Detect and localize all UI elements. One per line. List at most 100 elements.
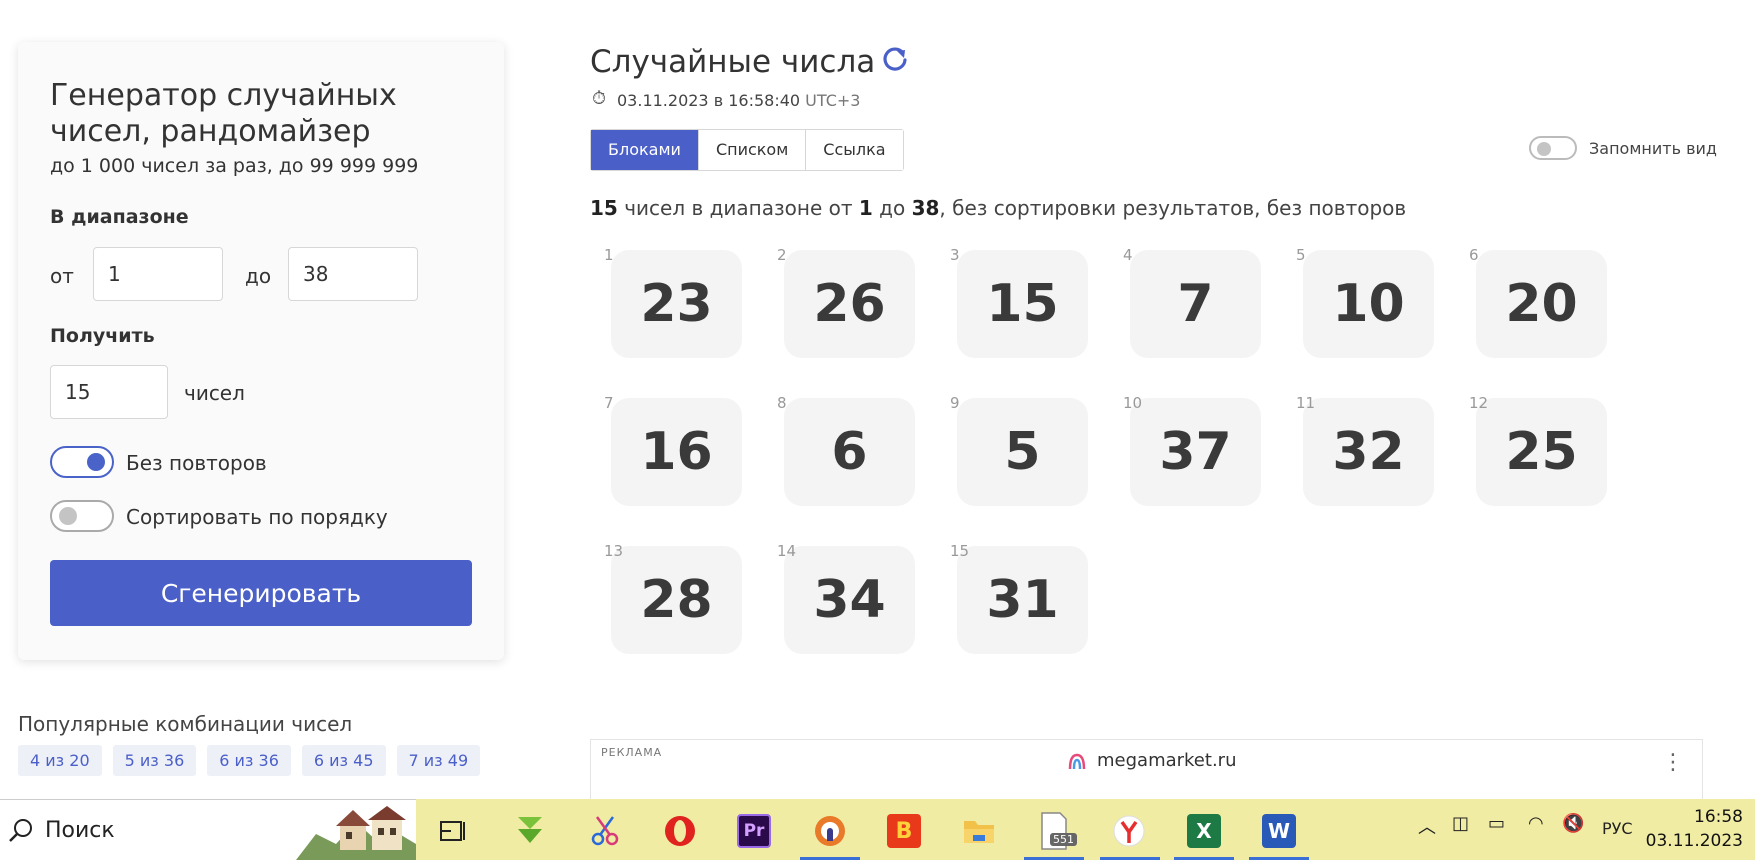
task-view-icon[interactable] (430, 809, 474, 853)
result-number[interactable]: 10 (1303, 250, 1434, 358)
sort-label: Сортировать по порядку (126, 505, 388, 529)
megamarket-logo-icon (1068, 753, 1086, 769)
taskbar-search[interactable]: Поиск (0, 799, 416, 860)
result-cell: 28 13 (590, 538, 742, 668)
result-index: 5 (1296, 246, 1306, 264)
toggle-knob (87, 453, 105, 471)
result-cell: 23 1 (590, 242, 742, 372)
ad-brand[interactable]: megamarket.ru (1067, 750, 1236, 771)
result-number[interactable]: 37 (1130, 398, 1261, 506)
to-label: до (245, 264, 272, 288)
result-number[interactable]: 26 (784, 250, 915, 358)
timezone: UTC+3 (805, 91, 861, 110)
taskbar: Поиск Pr B 551 X W ︿ ◫ ▭ ◠ 🔇 РУС 16:58 0… (0, 799, 1755, 860)
summary-text: до (872, 196, 912, 220)
popular-tag[interactable]: 6 из 45 (301, 745, 386, 776)
no-repeat-label: Без повторов (126, 451, 267, 475)
vpn-app-icon[interactable] (808, 809, 852, 853)
result-cell: 15 3 (936, 242, 1088, 372)
result-number[interactable]: 34 (784, 546, 915, 654)
summary-text: , без сортировки результатов, без повтор… (939, 196, 1407, 220)
result-index: 15 (950, 542, 970, 560)
popular-tag[interactable]: 4 из 20 (18, 745, 102, 776)
toggle-knob (1537, 142, 1551, 156)
wifi-icon[interactable]: ◠ (1528, 813, 1544, 834)
result-number[interactable]: 31 (957, 546, 1088, 654)
result-cell: 59 (936, 390, 1088, 520)
summary-text: чисел в диапазоне от (617, 196, 859, 220)
generate-button[interactable]: Сгенерировать (50, 560, 472, 626)
result-cell: 32 11 (1282, 390, 1434, 520)
popular-tags: 4 из 20 5 из 36 6 из 36 6 из 45 7 из 49 (18, 745, 481, 776)
town-illustration-icon (296, 806, 416, 860)
no-repeat-toggle[interactable] (50, 446, 114, 478)
ad-block[interactable]: РЕКЛАМА megamarket.ru ⋮ (590, 739, 1703, 799)
result-number[interactable]: 16 (611, 398, 742, 506)
result-cell: 20 6 (1455, 242, 1607, 372)
popular-tag[interactable]: 7 из 49 (396, 745, 481, 776)
result-index: 3 (950, 246, 960, 264)
excel-icon[interactable]: X (1182, 809, 1226, 853)
stopwatch-icon: ⏱ (592, 88, 607, 109)
page-title: Случайные числа (590, 44, 876, 80)
count-input[interactable] (50, 365, 168, 419)
tab-list[interactable]: Списком (698, 130, 807, 170)
result-number[interactable]: 28 (611, 546, 742, 654)
result-index: 13 (604, 542, 624, 560)
result-cell: 68 (763, 390, 915, 520)
refresh-icon[interactable] (880, 44, 910, 74)
result-number[interactable]: 6 (784, 398, 915, 506)
tab-blocks[interactable]: Блоками (591, 130, 699, 170)
result-number[interactable]: 25 (1476, 398, 1607, 506)
battery-icon[interactable]: ▭ (1488, 813, 1505, 834)
result-number[interactable]: 5 (957, 398, 1088, 506)
download-app-icon[interactable] (508, 809, 552, 853)
document-icon[interactable]: 551 (1032, 809, 1077, 853)
result-number[interactable]: 20 (1476, 250, 1607, 358)
yandex-browser-icon[interactable] (1107, 809, 1151, 853)
b-app-icon[interactable]: B (882, 809, 926, 853)
search-label: Поиск (45, 818, 115, 843)
remember-view-toggle[interactable] (1529, 136, 1577, 160)
result-index: 8 (777, 394, 787, 412)
result-index: 1 (604, 246, 614, 264)
result-number[interactable]: 32 (1303, 398, 1434, 506)
result-number[interactable]: 23 (611, 250, 742, 358)
view-tabs: Блоками Списком Ссылка (590, 129, 904, 171)
sort-toggle[interactable] (50, 500, 114, 532)
result-index: 4 (1123, 246, 1133, 264)
popular-tag[interactable]: 6 из 36 (207, 745, 291, 776)
input-language[interactable]: РУС (1602, 819, 1633, 838)
from-input[interactable] (93, 247, 223, 301)
meet-now-icon[interactable]: ◫ (1452, 813, 1469, 834)
popular-tag[interactable]: 5 из 36 (112, 745, 197, 776)
generator-panel: Генератор случайных чисел, рандомайзер д… (18, 42, 504, 660)
ad-brand-name: megamarket.ru (1097, 750, 1237, 771)
result-index: 7 (604, 394, 614, 412)
clock[interactable]: 16:58 03.11.2023 (1646, 805, 1743, 853)
speaker-muted-icon[interactable]: 🔇 (1562, 813, 1584, 834)
remember-view: Запомнить вид (1529, 136, 1717, 160)
result-cell: 25 12 (1455, 390, 1607, 520)
timestamp-value: 03.11.2023 в 16:58:40 (617, 91, 801, 110)
folder-icon[interactable] (957, 809, 1001, 853)
to-input[interactable] (288, 247, 418, 301)
result-cell: 16 7 (590, 390, 742, 520)
result-number[interactable]: 15 (957, 250, 1088, 358)
premiere-pro-icon[interactable]: Pr (732, 809, 776, 853)
opera-icon[interactable] (658, 809, 702, 853)
get-label: Получить (50, 325, 155, 347)
result-cell: 31 15 (936, 538, 1088, 668)
result-index: 11 (1296, 394, 1316, 412)
result-index: 2 (777, 246, 787, 264)
word-icon[interactable]: W (1257, 809, 1301, 853)
summary-from: 1 (858, 196, 873, 220)
chevron-up-icon[interactable]: ︿ (1418, 813, 1436, 839)
more-vertical-icon[interactable]: ⋮ (1662, 750, 1684, 775)
result-index: 6 (1469, 246, 1479, 264)
tab-link[interactable]: Ссылка (806, 130, 903, 170)
scissors-app-icon[interactable] (583, 809, 627, 853)
result-number[interactable]: 7 (1130, 250, 1261, 358)
result-cell: 74 (1109, 242, 1261, 372)
toggle-knob (59, 507, 77, 525)
